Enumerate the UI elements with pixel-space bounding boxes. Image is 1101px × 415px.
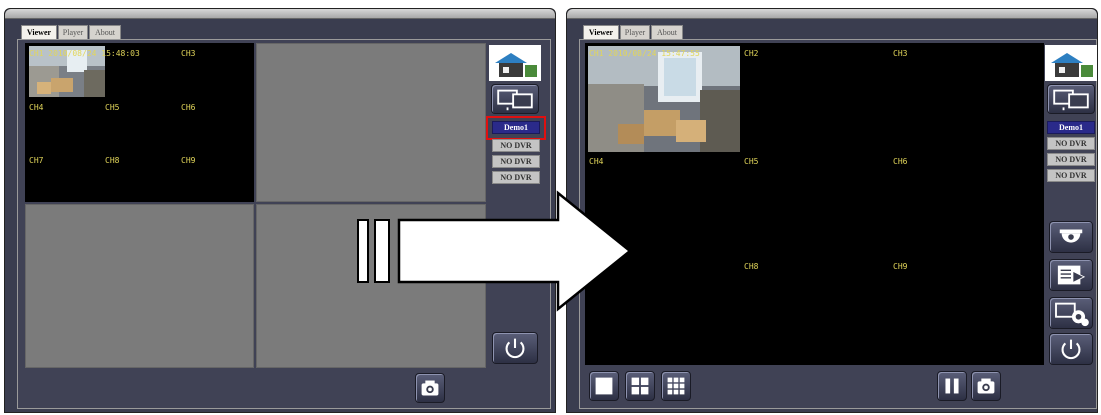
- dvr-button-slot-2[interactable]: NO DVR: [492, 139, 540, 152]
- channel-label-ch6: CH6: [893, 157, 908, 166]
- ch1-video-feed[interactable]: [588, 46, 740, 152]
- settings-icon[interactable]: [1049, 297, 1093, 329]
- channel-label-ch5: CH5: [744, 157, 759, 166]
- channel-label-ch8: CH8: [744, 262, 759, 271]
- power-icon[interactable]: [1049, 333, 1093, 365]
- pause-icon[interactable]: [937, 371, 967, 401]
- channel-label-ch6: CH6: [181, 103, 196, 112]
- dvr-button-slot-3[interactable]: NO DVR: [492, 155, 540, 168]
- channel-label-ch9: CH9: [893, 262, 908, 271]
- channel-label-ch4: CH4: [29, 103, 44, 112]
- dvr-button-slot-4[interactable]: NO DVR: [1047, 169, 1095, 182]
- power-icon[interactable]: [492, 332, 538, 364]
- left-window-frame: [5, 9, 555, 19]
- channel-label-ch7: CH7: [29, 156, 44, 165]
- channel-label-ch5: CH5: [105, 103, 120, 112]
- channel-label-ch2: CH2: [744, 49, 759, 58]
- tab-player[interactable]: Player: [620, 25, 650, 39]
- highlight-box: [486, 116, 546, 140]
- camera-icon[interactable]: [971, 371, 1001, 401]
- ch1-timestamp: CH1 2010/08/24 15:47:55: [589, 49, 700, 58]
- channel-label-ch3: CH3: [893, 49, 908, 58]
- house-logo-icon: [1045, 45, 1097, 81]
- channel-label-ch8: CH8: [105, 156, 120, 165]
- dvr-button-slot-3[interactable]: NO DVR: [1047, 153, 1095, 166]
- dvr-button-slot-2[interactable]: NO DVR: [1047, 137, 1095, 150]
- tab-viewer[interactable]: Viewer: [583, 25, 619, 39]
- room-image: [588, 46, 740, 152]
- right-arrow-icon: [355, 190, 635, 315]
- monitors-icon[interactable]: [1047, 84, 1095, 114]
- empty-view-bottom-left: [25, 204, 254, 368]
- single-view-icon[interactable]: [589, 371, 619, 401]
- camera-icon[interactable]: [415, 373, 445, 403]
- dome-camera-icon[interactable]: [1049, 221, 1093, 253]
- playback-icon[interactable]: [1049, 259, 1093, 291]
- nine-view-icon[interactable]: [661, 371, 691, 401]
- dvr-button-demo1[interactable]: Demo1: [1047, 121, 1095, 134]
- channel-label-ch9: CH9: [181, 156, 196, 165]
- channel-label-ch3: CH3: [181, 49, 196, 58]
- right-viewer-window: Viewer Player About CH1 2010/08/24 15:47…: [566, 8, 1098, 413]
- tab-about[interactable]: About: [89, 25, 121, 39]
- right-window-frame: [567, 9, 1097, 19]
- tab-about[interactable]: About: [651, 25, 683, 39]
- dvr-button-slot-4[interactable]: NO DVR: [492, 171, 540, 184]
- empty-view-top-right: [256, 43, 486, 202]
- house-logo-icon: [489, 45, 541, 81]
- channel-label-ch4: CH4: [589, 157, 604, 166]
- tab-player[interactable]: Player: [58, 25, 88, 39]
- tab-viewer[interactable]: Viewer: [21, 25, 57, 39]
- quad-view-icon[interactable]: [625, 371, 655, 401]
- monitors-icon[interactable]: [491, 84, 539, 114]
- ch1-timestamp: CH1 2010/08/24 15:48:03: [29, 49, 140, 58]
